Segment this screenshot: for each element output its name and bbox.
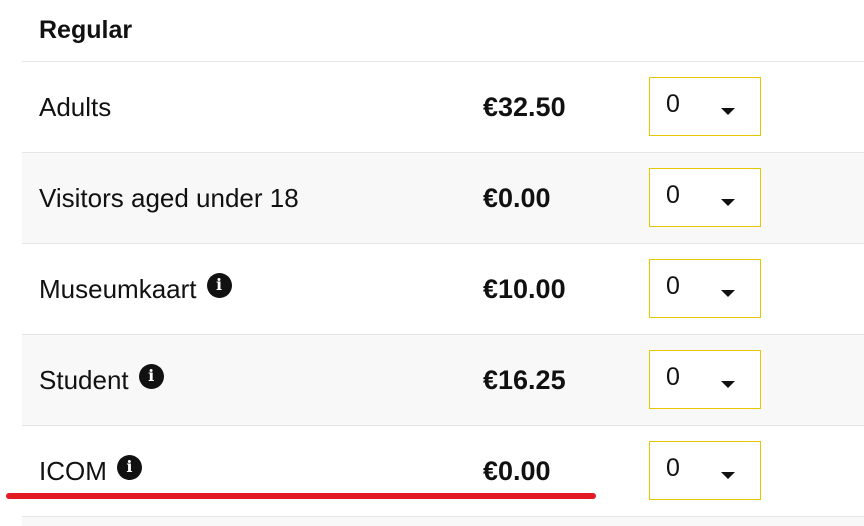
info-icon[interactable]: i bbox=[116, 454, 142, 480]
ticket-label: Student i bbox=[39, 335, 164, 425]
caret-down-icon bbox=[721, 199, 735, 206]
ticket-label: Visitors aged under 18 bbox=[39, 153, 299, 243]
ticket-price: €16.25 bbox=[483, 364, 566, 395]
caret-down-icon bbox=[721, 472, 735, 479]
ticket-name: Visitors aged under 18 bbox=[39, 182, 299, 213]
ticket-row-museumkaart: Museumkaart i €10.00 0 bbox=[22, 244, 864, 335]
ticket-row-adults: Adults €32.50 0 bbox=[22, 62, 864, 153]
quantity-value: 0 bbox=[666, 272, 680, 300]
ticket-name: Adults bbox=[39, 91, 112, 122]
ticket-table: Regular Adults €32.50 0 Visitors aged un… bbox=[22, 0, 864, 526]
quantity-select[interactable]: 0 bbox=[649, 168, 761, 227]
quantity-value: 0 bbox=[666, 363, 680, 391]
ticket-price: €32.50 bbox=[483, 91, 566, 122]
ticket-name: ICOM bbox=[39, 455, 107, 486]
ticket-price: €0.00 bbox=[483, 182, 551, 213]
quantity-value: 0 bbox=[666, 181, 680, 209]
ticket-row-under-18: Visitors aged under 18 €0.00 0 bbox=[22, 153, 864, 244]
ticket-price: €0.00 bbox=[483, 455, 551, 486]
ticket-label: ICOM i bbox=[39, 426, 142, 516]
ticket-label: Adults bbox=[39, 62, 111, 152]
ticket-name: Student bbox=[39, 364, 129, 395]
quantity-value: 0 bbox=[666, 454, 680, 482]
ticket-row-student: Student i €16.25 0 bbox=[22, 335, 864, 426]
section-title: Regular bbox=[22, 0, 864, 62]
quantity-select[interactable]: 0 bbox=[649, 259, 761, 318]
quantity-select[interactable]: 0 bbox=[649, 350, 761, 409]
quantity-value: 0 bbox=[666, 90, 680, 118]
info-icon[interactable]: i bbox=[206, 272, 232, 298]
caret-down-icon bbox=[721, 381, 735, 388]
ticket-label: Museumkaart i bbox=[39, 244, 232, 334]
info-icon[interactable]: i bbox=[138, 363, 164, 389]
ticket-name: Museumkaart bbox=[39, 273, 197, 304]
ticket-price: €10.00 bbox=[483, 273, 566, 304]
caret-down-icon bbox=[721, 290, 735, 297]
red-underline-annotation bbox=[6, 493, 596, 499]
quantity-select[interactable]: 0 bbox=[649, 441, 761, 500]
quantity-select[interactable]: 0 bbox=[649, 77, 761, 136]
next-row-partial bbox=[22, 517, 864, 526]
ticket-row-icom: ICOM i €0.00 0 bbox=[22, 426, 864, 517]
caret-down-icon bbox=[721, 108, 735, 115]
